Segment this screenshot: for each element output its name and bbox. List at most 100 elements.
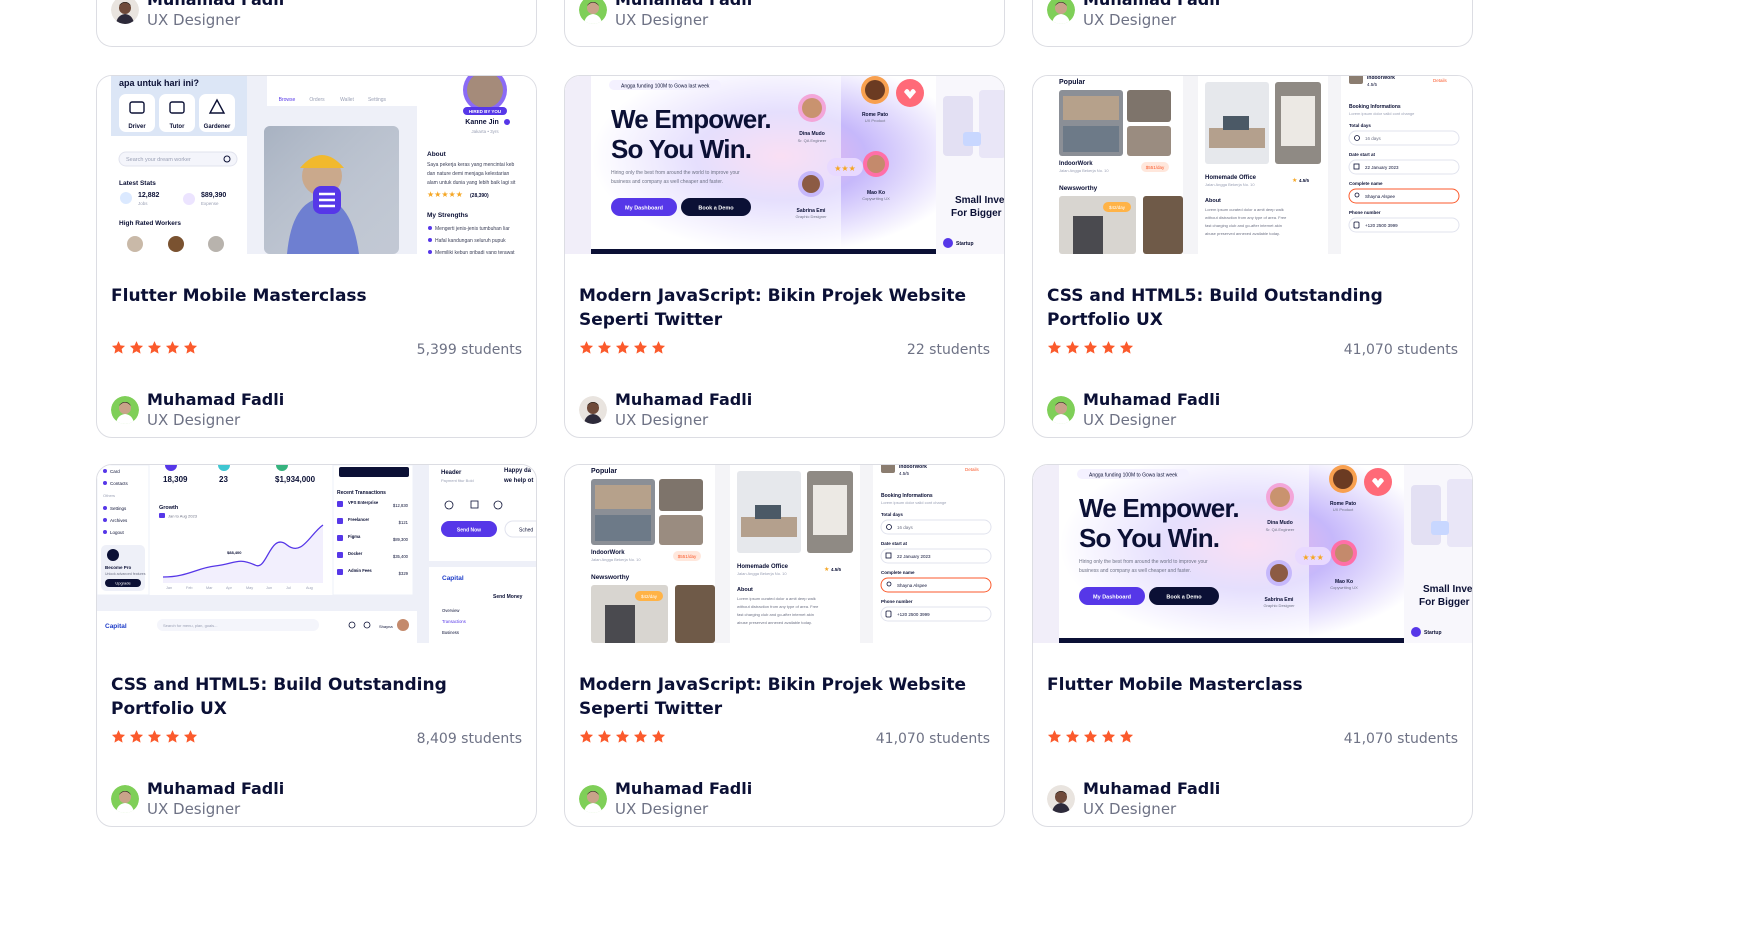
svg-text:$12,830: $12,830 xyxy=(393,503,409,508)
svg-text:Complete name: Complete name xyxy=(881,570,915,575)
course-thumbnail[interactable]: Angga funding 100M to Gowa last week We … xyxy=(1033,465,1472,643)
svg-text:★: ★ xyxy=(824,566,829,573)
svg-text:apa untuk hari ini?: apa untuk hari ini? xyxy=(119,78,199,88)
svg-text:$35,400: $35,400 xyxy=(393,554,409,559)
svg-text:About: About xyxy=(427,151,447,158)
svg-text:we help ot: we help ot xyxy=(503,478,533,484)
svg-text:fast charging club and go-afte: fast charging club and go-after internet… xyxy=(1205,223,1282,228)
svg-text:About: About xyxy=(737,587,753,593)
svg-text:HIRED BY YOU: HIRED BY YOU xyxy=(469,109,501,114)
svg-text:Jobs: Jobs xyxy=(138,201,148,206)
svg-text:We Empower.: We Empower. xyxy=(611,104,771,134)
svg-text:Browse: Browse xyxy=(279,97,296,103)
svg-text:Docker: Docker xyxy=(348,551,363,556)
svg-text:Jakarta • 3yrs: Jakarta • 3yrs xyxy=(471,129,499,134)
svg-text:Shayna Alspee: Shayna Alspee xyxy=(897,583,928,588)
course-card[interactable]: Muhamad Fadli UX Designer xyxy=(96,0,537,47)
course-card[interactable]: apa untuk hari ini? Driver Tutor Gardene… xyxy=(96,75,537,438)
office-booking-screenshot: Popular IndoorWork Jalan Angga Bekerja N… xyxy=(565,465,1004,643)
svg-text:IndoorWork: IndoorWork xyxy=(899,465,927,470)
svg-text:★★★: ★★★ xyxy=(1302,553,1324,562)
course-thumbnail[interactable]: Popular IndoorWork Jalan Angga Bekerja N… xyxy=(1033,76,1472,254)
empower-landing-screenshot: Angga funding 100M to Gowa last week We … xyxy=(1033,465,1472,643)
svg-text:without distraction from any t: without distraction from any type of are… xyxy=(737,604,819,609)
svg-text:without distraction from any t: without distraction from any type of are… xyxy=(1205,215,1287,220)
svg-text:Book a Demo: Book a Demo xyxy=(698,206,734,212)
course-thumbnail[interactable]: Angga funding 100M to Gowa last week We … xyxy=(565,76,1005,254)
author-role: UX Designer xyxy=(1083,11,1177,29)
svg-text:Hiring only the best from arou: Hiring only the best from around the wor… xyxy=(1079,559,1208,565)
svg-text:(28,390): (28,390) xyxy=(470,193,489,199)
author-info: Muhamad Fadli UX Designer xyxy=(111,389,284,431)
author-name: Muhamad Fadli xyxy=(615,0,752,10)
svg-text:UX Product: UX Product xyxy=(1333,507,1354,512)
course-card[interactable]: Muhamad Fadli UX Designer xyxy=(564,0,1005,47)
svg-text:Unlock advanced features: Unlock advanced features xyxy=(105,572,146,576)
svg-text:Jun: Jun xyxy=(266,586,272,590)
svg-text:Logout: Logout xyxy=(110,530,125,535)
course-card[interactable]: Card Contacts Others Settings Archives L… xyxy=(96,464,537,827)
course-card[interactable]: Popular IndoorWork Jalan Angga Bekerja N… xyxy=(1032,75,1473,438)
course-card[interactable]: Popular IndoorWork Jalan Angga Bekerja N… xyxy=(564,464,1005,827)
star-icon xyxy=(1083,341,1098,354)
author-name: Muhamad Fadli xyxy=(1083,779,1221,798)
jobs-app-screenshot: apa untuk hari ini? Driver Tutor Gardene… xyxy=(97,76,536,254)
svg-text:Expense: Expense xyxy=(201,201,219,206)
star-icon xyxy=(1047,730,1062,743)
svg-text:Small Inves: Small Inves xyxy=(955,195,1005,206)
rating-stars xyxy=(111,729,198,744)
course-card[interactable]: Muhamad Fadli UX Designer xyxy=(1032,0,1473,47)
star-icon xyxy=(615,730,630,743)
svg-text:Popular: Popular xyxy=(591,468,617,475)
star-icon xyxy=(651,730,666,743)
course-card[interactable]: Angga funding 100M to Gowa last week We … xyxy=(1032,464,1473,827)
star-icon xyxy=(597,341,612,354)
star-icon xyxy=(633,730,648,743)
star-icon xyxy=(1119,341,1134,354)
author-role: UX Designer xyxy=(615,11,709,29)
svg-text:Header: Header xyxy=(441,470,462,476)
course-thumbnail[interactable]: Card Contacts Others Settings Archives L… xyxy=(97,465,536,643)
svg-text:Booking Informations: Booking Informations xyxy=(881,493,933,499)
svg-text:Jul: Jul xyxy=(286,586,291,590)
author-avatar xyxy=(1047,785,1075,813)
svg-text:Search your dream worker: Search your dream worker xyxy=(126,157,191,163)
svg-text:Complete name: Complete name xyxy=(1349,181,1383,186)
svg-text:Happy da: Happy da xyxy=(504,468,532,474)
svg-text:Settings: Settings xyxy=(368,97,387,103)
course-title[interactable]: Modern JavaScript: Bikin Projek Website … xyxy=(579,673,991,721)
svg-text:Admin Fees: Admin Fees xyxy=(348,568,372,573)
svg-text:16 days: 16 days xyxy=(1365,136,1382,141)
svg-text:My Strengths: My Strengths xyxy=(427,212,469,219)
course-title[interactable]: CSS and HTML5: Build Outstanding Portfol… xyxy=(1047,284,1459,332)
course-title[interactable]: Flutter Mobile Masterclass xyxy=(111,284,523,308)
svg-text:Sr. QA Engineer: Sr. QA Engineer xyxy=(1266,527,1295,532)
svg-text:★: ★ xyxy=(1292,177,1297,184)
course-title[interactable]: Modern JavaScript: Bikin Projek Website … xyxy=(579,284,991,332)
course-thumbnail[interactable]: Popular IndoorWork Jalan Angga Bekerja N… xyxy=(565,465,1004,643)
course-title[interactable]: Flutter Mobile Masterclass xyxy=(1047,673,1459,697)
svg-text:Latest Stats: Latest Stats xyxy=(119,180,156,187)
star-icon xyxy=(129,730,144,743)
svg-text:Payment fitur Bold: Payment fitur Bold xyxy=(441,478,474,483)
svg-text:Card: Card xyxy=(110,469,120,474)
svg-text:Others: Others xyxy=(103,493,115,498)
rating-stars xyxy=(579,340,666,355)
svg-text:business and company as well c: business and company as well cheaper and… xyxy=(1079,568,1191,574)
svg-text:+120 2500 3999: +120 2500 3999 xyxy=(897,612,930,617)
course-card[interactable]: Angga funding 100M to Gowa last week We … xyxy=(564,75,1005,438)
svg-text:Capital: Capital xyxy=(105,623,127,630)
svg-text:Overview: Overview xyxy=(442,608,460,613)
course-thumbnail[interactable]: apa untuk hari ini? Driver Tutor Gardene… xyxy=(97,76,536,254)
svg-text:16 days: 16 days xyxy=(897,525,914,530)
author-avatar xyxy=(111,396,139,424)
svg-text:22 January 2023: 22 January 2023 xyxy=(897,554,931,559)
author-avatar xyxy=(111,0,139,24)
star-icon xyxy=(165,730,180,743)
svg-text:22 January 2023: 22 January 2023 xyxy=(1365,165,1399,170)
course-title[interactable]: CSS and HTML5: Build Outstanding Portfol… xyxy=(111,673,523,721)
svg-text:$551/day: $551/day xyxy=(678,554,697,559)
svg-text:Total days: Total days xyxy=(1349,123,1371,128)
svg-text:Kanne Jin: Kanne Jin xyxy=(465,119,498,126)
svg-text:My Dashboard: My Dashboard xyxy=(625,206,663,212)
